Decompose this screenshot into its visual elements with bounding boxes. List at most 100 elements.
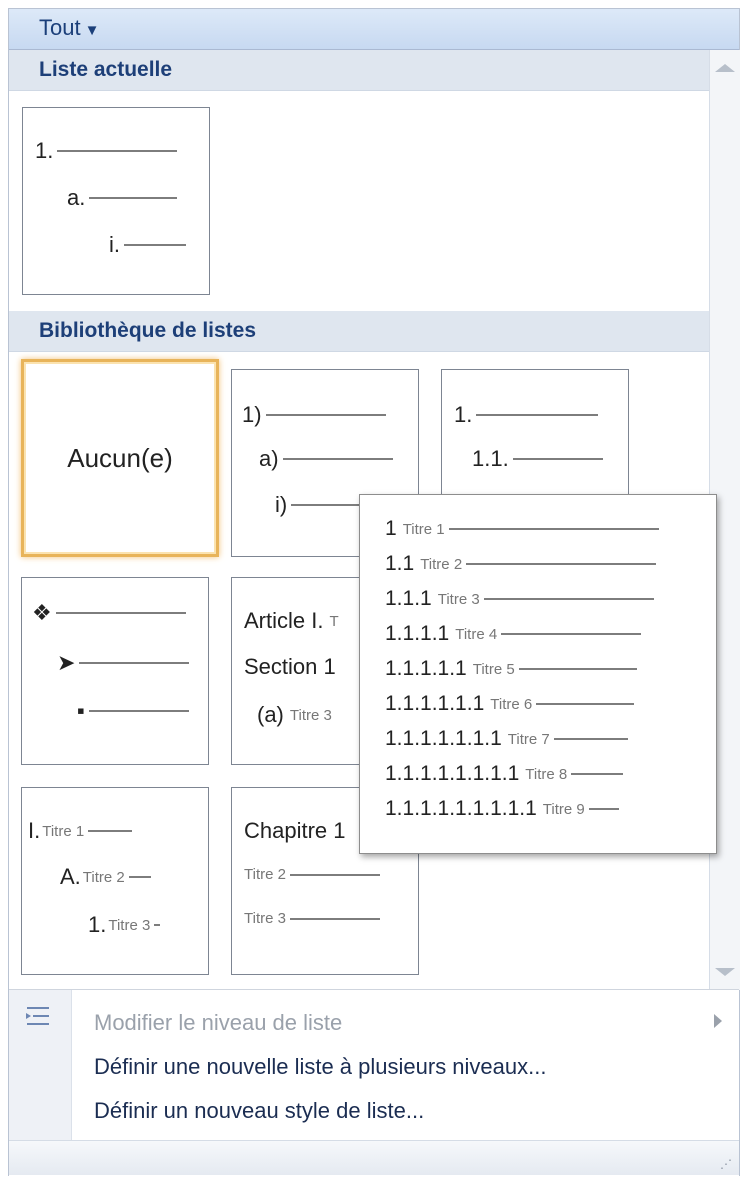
preview-number: 1 bbox=[385, 517, 397, 540]
list-rule bbox=[57, 150, 178, 152]
none-label: Aucun(e) bbox=[67, 442, 173, 473]
preview-rule bbox=[553, 738, 628, 740]
list-prefix: 1.1. bbox=[472, 446, 509, 471]
list-prefix: 1. bbox=[35, 138, 54, 163]
preview-title: Titre 7 bbox=[507, 730, 550, 748]
preview-number: 1.1.1.1 bbox=[385, 622, 450, 645]
preview-title: Titre 4 bbox=[455, 625, 498, 643]
list-prefix: a. bbox=[67, 185, 86, 210]
list-line: a) bbox=[259, 446, 393, 472]
list-prefix: Chapitre 1 bbox=[244, 818, 346, 843]
preview-line: 1.1.1 Titre 3 bbox=[385, 587, 654, 611]
list-level-icon bbox=[26, 1007, 49, 1025]
menu-change-list-level[interactable]: Modifier le niveau de liste bbox=[94, 1010, 342, 1036]
list-rule bbox=[89, 197, 178, 199]
list-rule bbox=[289, 873, 380, 876]
section-title-current: Liste actuelle bbox=[39, 58, 173, 81]
define-style-label: Définir un nouveau style de liste... bbox=[94, 1098, 425, 1123]
list-line: Section 1 bbox=[244, 654, 342, 680]
list-rule bbox=[476, 414, 599, 416]
list-line: I. Titre 1 bbox=[28, 818, 133, 844]
scroll-up-icon[interactable] bbox=[715, 64, 735, 72]
caret-down-icon: ▼ bbox=[84, 22, 100, 39]
preview-line: 1.1.1.1.1.1 Titre 6 bbox=[385, 692, 635, 716]
preview-rule bbox=[448, 528, 659, 530]
resize-grip-icon[interactable]: ⋰ bbox=[720, 1157, 733, 1171]
list-line: A. Titre 2 bbox=[60, 864, 151, 890]
preview-line: 1.1.1.1.1.1.1 Titre 7 bbox=[385, 727, 628, 751]
list-rule bbox=[265, 414, 386, 416]
list-rule bbox=[128, 876, 151, 878]
list-prefix: 1. bbox=[454, 402, 473, 427]
preview-number: 1.1.1.1.1.1.1.1.1 bbox=[385, 797, 537, 820]
section-list-library: Bibliothèque de listes bbox=[9, 311, 709, 352]
section-current-list: Liste actuelle bbox=[9, 50, 709, 91]
scroll-down-icon[interactable] bbox=[715, 968, 735, 976]
filter-label: Tout bbox=[39, 15, 81, 40]
preview-line: 1.1.1.1.1 Titre 5 bbox=[385, 657, 637, 681]
list-prefix: A. bbox=[60, 864, 81, 889]
menu-define-list-style[interactable]: Définir un nouveau style de liste... bbox=[94, 1098, 424, 1124]
list-line: (a) Titre 3 bbox=[257, 702, 332, 728]
list-rule bbox=[282, 458, 393, 460]
preview-line: 1.1.1.1 Titre 4 bbox=[385, 622, 642, 646]
resize-strip: ⋰ bbox=[9, 1140, 739, 1175]
list-rule bbox=[88, 830, 133, 832]
list-line: a. bbox=[67, 185, 178, 211]
preview-rule bbox=[518, 668, 637, 670]
preview-rule bbox=[571, 773, 624, 775]
list-line: 1. bbox=[35, 138, 178, 164]
preview-line: 1 Titre 1 bbox=[385, 517, 659, 541]
list-line: ▪ bbox=[77, 698, 189, 724]
list-rule bbox=[88, 710, 189, 712]
preview-rule bbox=[466, 563, 657, 565]
preview-title: Titre 5 bbox=[472, 660, 515, 678]
list-rule bbox=[79, 662, 190, 664]
list-line: ➤ bbox=[57, 650, 190, 676]
list-prefix: i. bbox=[109, 232, 120, 257]
filter-dropdown[interactable]: Tout ▼ bbox=[39, 15, 99, 41]
list-title: Titre 3 bbox=[244, 910, 286, 927]
list-prefix: 1. bbox=[88, 912, 107, 937]
list-line: 1) bbox=[242, 402, 386, 428]
arrow-bullet-icon: ➤ bbox=[57, 650, 76, 675]
preview-title: Titre 9 bbox=[542, 800, 585, 818]
list-rule bbox=[124, 244, 186, 246]
list-prefix: Article I. bbox=[244, 608, 324, 633]
list-title: T bbox=[329, 612, 339, 630]
preview-number: 1.1.1.1.1.1.1.1 bbox=[385, 762, 520, 785]
list-option-none[interactable]: Aucun(e) bbox=[21, 359, 219, 557]
list-rule bbox=[512, 458, 603, 460]
list-prefix: Section 1 bbox=[244, 654, 336, 679]
multilevel-list-gallery: Tout ▼ Liste actuelle 1. a. i. Bibliothèq… bbox=[8, 8, 740, 1176]
list-line: 1.1. bbox=[472, 446, 603, 472]
list-rule bbox=[55, 612, 186, 614]
menu-define-multilevel-list[interactable]: Définir une nouvelle liste à plusieurs n… bbox=[94, 1054, 546, 1080]
change-level-label: Modifier le niveau de liste bbox=[94, 1010, 343, 1035]
preview-rule bbox=[483, 598, 654, 600]
preview-rule bbox=[536, 703, 635, 705]
preview-title: Titre 3 bbox=[437, 590, 480, 608]
square-bullet-icon: ▪ bbox=[77, 698, 85, 723]
list-prefix: I. bbox=[28, 818, 41, 843]
gallery-filter-bar: Tout ▼ bbox=[9, 9, 739, 50]
diamond-bullet-icon: ❖ bbox=[32, 600, 52, 625]
preview-line: 1.1.1.1.1.1.1.1.1 Titre 9 bbox=[385, 797, 619, 821]
preview-rule bbox=[588, 808, 619, 810]
preview-number: 1.1.1.1.1 bbox=[385, 657, 467, 680]
define-multilevel-label: Définir une nouvelle liste à plusieurs n… bbox=[94, 1054, 547, 1079]
list-line: Chapitre 1 bbox=[244, 818, 346, 844]
list-option-roman-headings[interactable]: I. Titre 1 A. Titre 2 1. Titre 3 bbox=[21, 787, 209, 975]
list-title: Titre 3 bbox=[108, 916, 151, 934]
gallery-menu: Modifier le niveau de liste Définir une … bbox=[9, 989, 739, 1176]
list-line: Titre 2 bbox=[244, 866, 380, 883]
list-option-bullets[interactable]: ❖ ➤ ▪ bbox=[21, 577, 209, 765]
preview-line: 1.1 Titre 2 bbox=[385, 552, 657, 576]
menu-icon-column bbox=[9, 990, 72, 1140]
list-preview-tooltip: 1 Titre 1 1.1 Titre 2 1.1.1 Titre 3 1.1.1.1… bbox=[359, 494, 717, 854]
preview-line: 1.1.1.1.1.1.1.1 Titre 8 bbox=[385, 762, 624, 786]
list-line: Article I. T bbox=[244, 608, 339, 634]
list-line: i. bbox=[109, 232, 186, 258]
list-line: 1. bbox=[454, 402, 599, 428]
current-list-thumbnail[interactable]: 1. a. i. bbox=[22, 107, 210, 295]
